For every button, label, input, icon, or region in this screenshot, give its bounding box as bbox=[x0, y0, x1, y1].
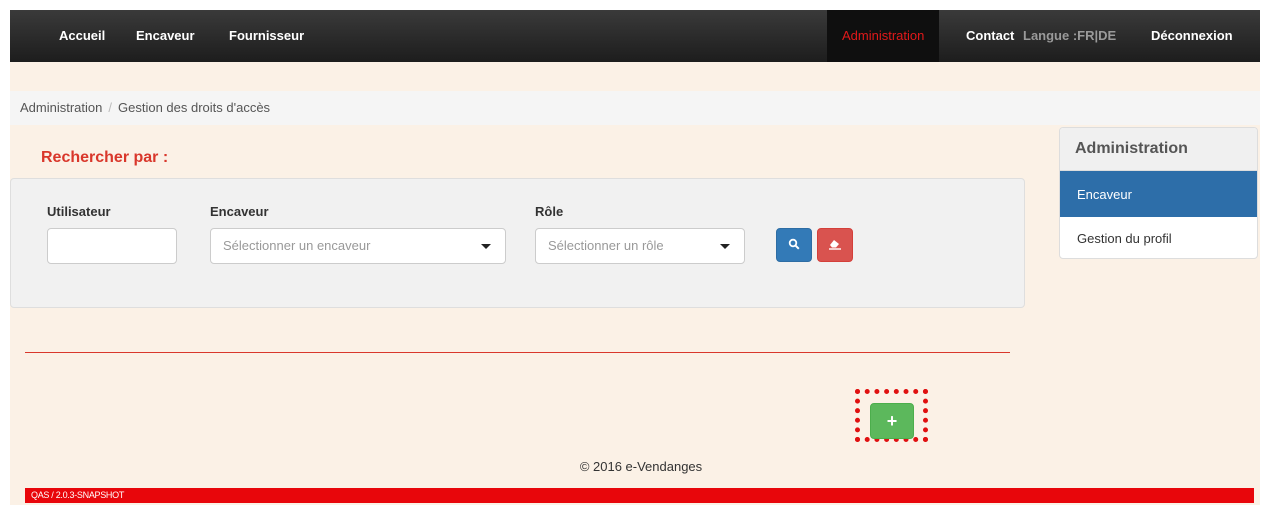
role-select[interactable]: Sélectionner un rôle bbox=[535, 228, 745, 264]
role-label: Rôle bbox=[535, 204, 564, 219]
side-item-encaveur[interactable]: Encaveur bbox=[1060, 171, 1257, 217]
breadcrumb-separator: / bbox=[108, 100, 112, 115]
chevron-down-icon bbox=[481, 244, 491, 249]
nav-fournisseur[interactable]: Fournisseur bbox=[229, 10, 304, 62]
section-divider bbox=[25, 352, 1010, 353]
user-input[interactable] bbox=[47, 228, 177, 264]
search-title: Rechercher par : bbox=[41, 149, 169, 166]
page: Accueil Encaveur Fournisseur Administrat… bbox=[10, 10, 1260, 505]
language-de[interactable]: DE bbox=[1098, 28, 1116, 43]
search-icon bbox=[788, 238, 800, 253]
nav-administration[interactable]: Administration bbox=[827, 10, 940, 62]
nav-logout[interactable]: Déconnexion bbox=[1151, 10, 1233, 62]
language-label: Langue : bbox=[1023, 28, 1078, 43]
clear-button[interactable] bbox=[817, 228, 853, 262]
encaveur-select[interactable]: Sélectionner un encaveur bbox=[210, 228, 506, 264]
version-bar: QAS / 2.0.3-SNAPSHOT bbox=[25, 488, 1254, 503]
side-panel-heading: Administration bbox=[1060, 128, 1257, 171]
nav-contact[interactable]: Contact bbox=[966, 10, 1014, 62]
encaveur-select-placeholder: Sélectionner un encaveur bbox=[223, 238, 371, 253]
copyright: © 2016 e-Vendanges bbox=[579, 459, 703, 474]
role-select-placeholder: Sélectionner un rôle bbox=[548, 238, 664, 253]
breadcrumb-root[interactable]: Administration bbox=[20, 100, 102, 115]
chevron-down-icon bbox=[720, 244, 730, 249]
search-panel: Utilisateur Encaveur Sélectionner un enc… bbox=[10, 178, 1025, 308]
top-navbar: Accueil Encaveur Fournisseur Administrat… bbox=[10, 10, 1260, 62]
user-label: Utilisateur bbox=[47, 204, 111, 219]
nav-accueil[interactable]: Accueil bbox=[59, 10, 105, 62]
side-item-profil[interactable]: Gestion du profil bbox=[1060, 217, 1257, 258]
nav-language: Langue :FR|DE bbox=[1023, 10, 1116, 62]
add-button[interactable]: + bbox=[870, 403, 914, 439]
breadcrumb: Administration / Gestion des droits d'accè… bbox=[10, 91, 1260, 125]
eraser-icon bbox=[828, 238, 842, 253]
encaveur-label: Encaveur bbox=[210, 204, 269, 219]
search-button[interactable] bbox=[776, 228, 812, 262]
side-panel: Administration Encaveur Gestion du profi… bbox=[1059, 127, 1258, 259]
language-fr[interactable]: FR bbox=[1077, 28, 1094, 43]
breadcrumb-current: Gestion des droits d'accès bbox=[118, 100, 271, 115]
nav-encaveur[interactable]: Encaveur bbox=[136, 10, 195, 62]
